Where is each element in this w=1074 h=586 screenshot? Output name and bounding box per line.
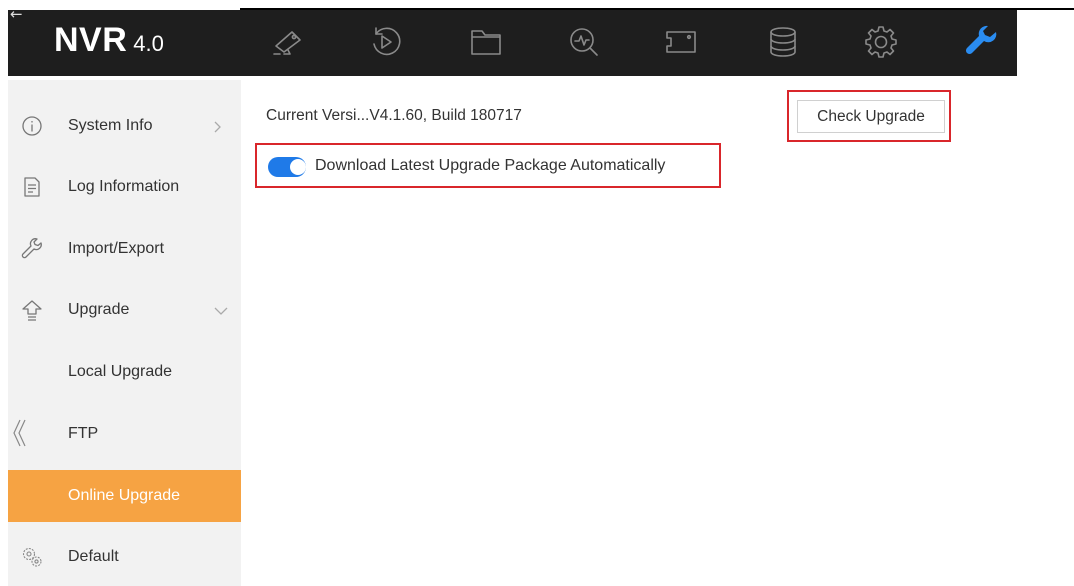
sidebar-item-label: Import/Export: [68, 240, 165, 257]
info-icon: [21, 115, 43, 137]
double-chevron-left-icon[interactable]: [11, 417, 27, 449]
sidebar-item-upgrade[interactable]: Upgrade: [8, 284, 241, 336]
camera-icon[interactable]: [270, 24, 306, 60]
auto-download-toggle[interactable]: [268, 157, 306, 177]
sidebar-item-import-export[interactable]: Import/Export: [8, 223, 241, 275]
sidebar-item-online-upgrade[interactable]: Online Upgrade: [8, 470, 241, 522]
sidebar-item-label: System Info: [68, 117, 153, 134]
search-icon[interactable]: [566, 24, 602, 60]
document-icon: [21, 176, 43, 198]
wrench-icon[interactable]: [963, 24, 999, 60]
chevron-right-icon: [210, 120, 224, 134]
gear-icon[interactable]: [863, 24, 899, 60]
brand-version: 4.0: [133, 31, 164, 56]
sidebar: System Info Log Information Import/Expor…: [8, 80, 241, 586]
current-version-text: Current Versi...V4.1.60, Build 180717: [266, 107, 522, 124]
sidebar-item-local-upgrade[interactable]: Local Upgrade: [8, 346, 241, 398]
wrench-icon: [21, 238, 43, 260]
upgrade-icon: [21, 299, 43, 321]
sidebar-item-label: FTP: [68, 425, 99, 442]
top-navigation-bar: ← NVR 4.0: [8, 7, 1017, 76]
auto-download-label: Download Latest Upgrade Package Automati…: [315, 157, 666, 174]
brand-name: NVR: [54, 21, 128, 59]
sidebar-item-system-info[interactable]: System Info: [8, 100, 241, 152]
sidebar-item-label: Local Upgrade: [68, 363, 173, 380]
playback-icon[interactable]: [367, 24, 403, 60]
storage-icon[interactable]: [765, 24, 801, 60]
sidebar-item-label: Log Information: [68, 178, 180, 195]
chevron-down-icon: [214, 304, 228, 318]
sidebar-item-log-information[interactable]: Log Information: [8, 161, 241, 213]
sidebar-item-label: Default: [68, 548, 119, 565]
gears-icon: [21, 546, 43, 568]
arrow-left-icon[interactable]: ←: [10, 7, 23, 22]
frame-icon[interactable]: [663, 24, 699, 60]
check-upgrade-button[interactable]: Check Upgrade: [797, 100, 945, 133]
sidebar-item-label: Upgrade: [68, 301, 130, 318]
folder-icon[interactable]: [468, 24, 504, 60]
sidebar-item-ftp[interactable]: FTP: [8, 408, 241, 460]
sidebar-item-default[interactable]: Default: [8, 531, 241, 583]
toggle-knob: [290, 159, 306, 175]
sidebar-item-label: Online Upgrade: [68, 487, 181, 504]
brand-logo: NVR 4.0: [54, 21, 164, 60]
